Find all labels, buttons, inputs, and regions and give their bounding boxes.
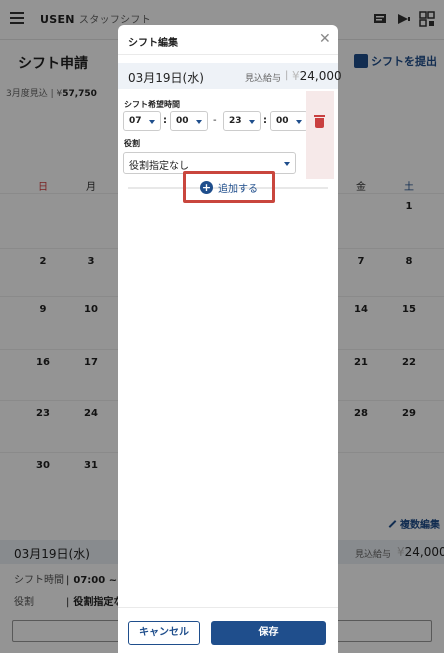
shift-time-label: シフト希望時間 — [124, 100, 180, 109]
chevron-down-icon — [296, 120, 302, 124]
save-button[interactable]: 保存 — [211, 621, 326, 645]
delete-shift-area[interactable] — [306, 91, 334, 179]
modal-pay-label: 見込給与 — [245, 74, 282, 84]
time-colon: : — [263, 115, 267, 126]
chevron-down-icon — [149, 120, 155, 124]
modal-header: シフト編集 ✕ — [118, 25, 338, 55]
start-hour-select[interactable]: 07 — [123, 111, 161, 131]
end-hour-select[interactable]: 23 — [223, 111, 261, 131]
add-shift-button[interactable]: + 追加する — [188, 176, 270, 198]
shift-edit-modal: シフト編集 ✕ 03月19日(水) 見込給与 | ¥24,000 シフト希望時間… — [118, 25, 342, 653]
modal-date: 03月19日(水) — [128, 71, 204, 85]
chevron-down-icon — [249, 120, 255, 124]
trash-icon[interactable] — [314, 115, 325, 128]
chevron-down-icon — [284, 162, 290, 166]
cancel-button[interactable]: キャンセル — [128, 621, 200, 645]
end-minute-select[interactable]: 00 — [270, 111, 308, 131]
modal-pay-value: ¥24,000 — [292, 69, 342, 83]
modal-date-bar: 03月19日(水) 見込給与 | ¥24,000 — [118, 63, 342, 89]
role-label: 役割 — [124, 139, 140, 148]
modal-pay-separator: | — [285, 70, 289, 81]
plus-circle-icon: + — [200, 180, 213, 194]
start-minute-select[interactable]: 00 — [170, 111, 208, 131]
chevron-down-icon — [196, 120, 202, 124]
close-icon[interactable]: ✕ — [319, 32, 331, 46]
add-shift-label: 追加する — [218, 183, 258, 195]
time-colon: : — [163, 115, 167, 126]
time-dash: - — [213, 115, 217, 126]
modal-footer: キャンセル 保存 — [118, 607, 338, 653]
modal-title: シフト編集 — [128, 38, 178, 49]
